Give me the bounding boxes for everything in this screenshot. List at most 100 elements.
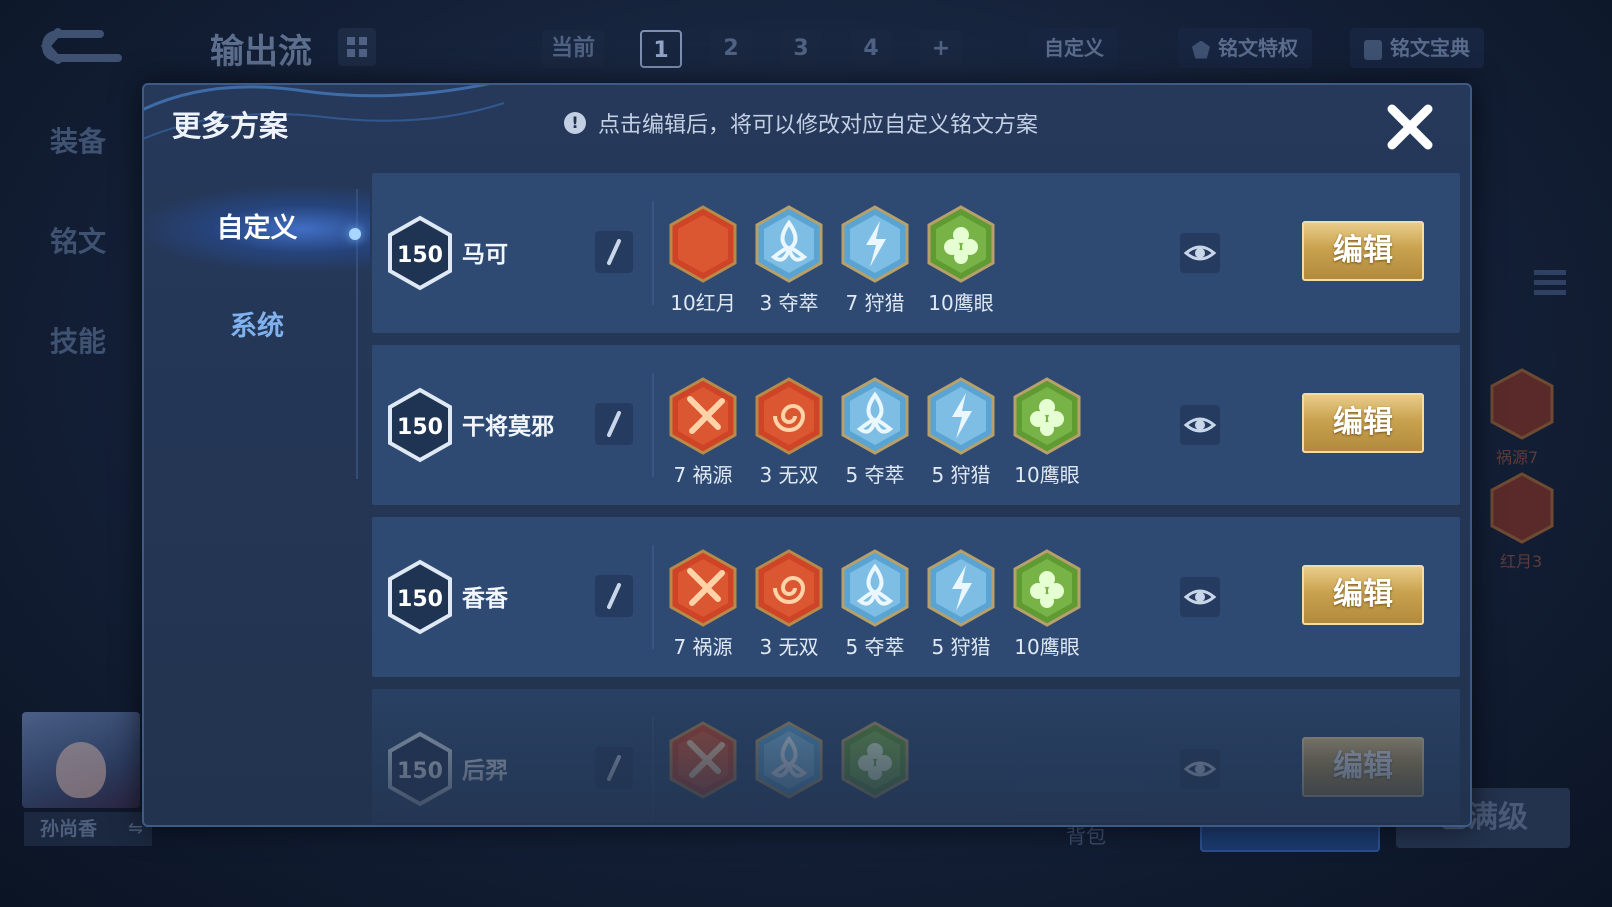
add-page-button[interactable]: + <box>920 30 962 68</box>
plan-name: 后羿 <box>462 758 508 784</box>
page-tab-current[interactable]: 当前 <box>542 30 604 68</box>
plan-list[interactable]: 150 马可 10红月 3 夺萃 7 狩猎 10鹰眼 编辑 150 干将莫邪 7… <box>372 173 1462 823</box>
plan-row: 150 后羿 编辑 <box>372 689 1460 823</box>
preview-eye-icon[interactable] <box>1180 405 1220 445</box>
active-tab-indicator <box>349 228 361 240</box>
rune-label: 10鹰眼 <box>1014 635 1080 659</box>
rune-label: 5 夺萃 <box>845 635 905 659</box>
level-value: 150 <box>397 243 443 268</box>
rename-pencil-icon[interactable] <box>595 575 633 617</box>
triquetra-icon <box>754 205 824 283</box>
triquetra-icon <box>754 721 824 799</box>
tab-custom[interactable]: 自定义 <box>144 187 370 271</box>
rename-pencil-icon[interactable] <box>595 231 633 273</box>
rune-codex-link[interactable]: 铭文宝典 <box>1350 28 1484 68</box>
rune-slot: 10红月 <box>668 205 738 316</box>
clover-icon <box>1012 549 1082 627</box>
page-tab-3[interactable]: 3 <box>780 30 822 68</box>
rune-slot: 3 无双 <box>754 377 824 488</box>
grid-icon[interactable] <box>338 28 376 66</box>
tab-system[interactable]: 系统 <box>144 285 370 369</box>
rune-label: 5 夺萃 <box>845 463 905 487</box>
close-icon[interactable] <box>1382 99 1438 155</box>
crescent-moon-icon <box>1490 472 1554 544</box>
rune-slot: 5 夺萃 <box>840 377 910 488</box>
rune-label: 3 无双 <box>759 463 819 487</box>
rune-slot: 5 夺萃 <box>840 549 910 660</box>
rename-pencil-icon[interactable] <box>595 403 633 445</box>
level-value: 150 <box>397 587 443 612</box>
rune-privilege-icon <box>1192 40 1210 59</box>
rune-label: 7 狩猎 <box>845 291 905 315</box>
hero-avatar[interactable] <box>22 712 140 808</box>
rune-label: 7 祸源 <box>673 635 733 659</box>
page-tab-1[interactable]: 1 <box>640 30 682 68</box>
row-separator <box>652 717 654 821</box>
plan-name: 马可 <box>462 242 508 268</box>
rune-label: 3 无双 <box>759 635 819 659</box>
rune-label: 10鹰眼 <box>928 291 994 315</box>
rune-slot: 10鹰眼 <box>926 205 996 316</box>
rune-codex-icon <box>1364 39 1382 60</box>
edit-button[interactable]: 编辑 <box>1302 221 1424 281</box>
rune-codex-label: 铭文宝典 <box>1390 36 1470 60</box>
page-tab-4[interactable]: 4 <box>850 30 892 68</box>
more-plans-dialog: 更多方案 ! 点击编辑后，将可以修改对应自定义铭文方案 自定义 系统 150 马… <box>142 83 1472 827</box>
lightning-icon <box>926 549 996 627</box>
loadout-name: 输出流 <box>210 32 312 72</box>
plan-row: 150 香香 7 祸源 3 无双 5 夺萃 5 狩猎 10鹰眼 编辑 <box>372 517 1460 677</box>
row-separator <box>652 373 654 477</box>
triquetra-icon <box>840 549 910 627</box>
edit-button[interactable]: 编辑 <box>1302 565 1424 625</box>
clover-icon <box>926 205 996 283</box>
level-value: 150 <box>397 759 443 784</box>
list-menu-icon[interactable] <box>1530 262 1570 302</box>
plan-row: 150 马可 10红月 3 夺萃 7 狩猎 10鹰眼 编辑 <box>372 173 1460 333</box>
row-separator <box>652 545 654 649</box>
preview-eye-icon[interactable] <box>1180 577 1220 617</box>
lightning-icon <box>926 377 996 455</box>
swap-icon[interactable]: ⇋ <box>128 818 143 839</box>
rune-label: 10红月 <box>670 291 736 315</box>
right-rune-label: 祸源7 <box>1496 448 1539 467</box>
right-rune-label: 红月3 <box>1500 552 1543 571</box>
triquetra-icon <box>840 377 910 455</box>
edit-button[interactable]: 编辑 <box>1302 737 1424 797</box>
level-badge: 150 <box>388 387 452 463</box>
rune-privilege-link[interactable]: 铭文特权 <box>1178 28 1312 68</box>
rune-slot: 3 无双 <box>754 549 824 660</box>
rune-slot: 7 祸源 <box>668 549 738 660</box>
row-separator <box>652 201 654 305</box>
page-tab-2[interactable]: 2 <box>710 30 752 68</box>
rune-slot <box>754 721 824 803</box>
rune-privilege-label: 铭文特权 <box>1218 36 1298 60</box>
edit-button[interactable]: 编辑 <box>1302 393 1424 453</box>
custom-link[interactable]: 自定义 <box>1030 28 1118 68</box>
rune-slot: 5 狩猎 <box>926 377 996 488</box>
swirl-icon <box>754 549 824 627</box>
level-badge: 150 <box>388 731 452 807</box>
rune-slot: 7 祸源 <box>668 377 738 488</box>
side-nav-skills[interactable]: 技能 <box>50 320 106 360</box>
preview-eye-icon[interactable] <box>1180 233 1220 273</box>
rune-label: 5 狩猎 <box>931 463 991 487</box>
dialog-title: 更多方案 <box>172 109 289 143</box>
clover-icon <box>1012 377 1082 455</box>
side-nav-equipment[interactable]: 装备 <box>50 120 106 160</box>
level-badge: 150 <box>388 559 452 635</box>
plan-row: 150 干将莫邪 7 祸源 3 无双 5 夺萃 5 狩猎 10鹰眼 编辑 <box>372 345 1460 505</box>
side-nav-runes[interactable]: 铭文 <box>50 220 106 260</box>
rename-pencil-icon[interactable] <box>595 747 633 789</box>
hint-text-row: ! 点击编辑后，将可以修改对应自定义铭文方案 <box>564 107 1038 139</box>
level-badge: 150 <box>388 215 452 291</box>
rune-label: 3 夺萃 <box>759 291 819 315</box>
preview-eye-icon[interactable] <box>1180 749 1220 789</box>
top-bar: 输出流 当前 1 2 3 4 + 自定义 铭文特权 铭文宝典 <box>0 0 1612 95</box>
back-arrow-icon[interactable] <box>40 24 124 72</box>
level-value: 150 <box>397 415 443 440</box>
rune-label: 7 祸源 <box>673 463 733 487</box>
blade-icon <box>668 721 738 799</box>
plan-name: 香香 <box>462 586 508 612</box>
plan-name: 干将莫邪 <box>462 414 554 440</box>
rune-slot <box>668 721 738 803</box>
